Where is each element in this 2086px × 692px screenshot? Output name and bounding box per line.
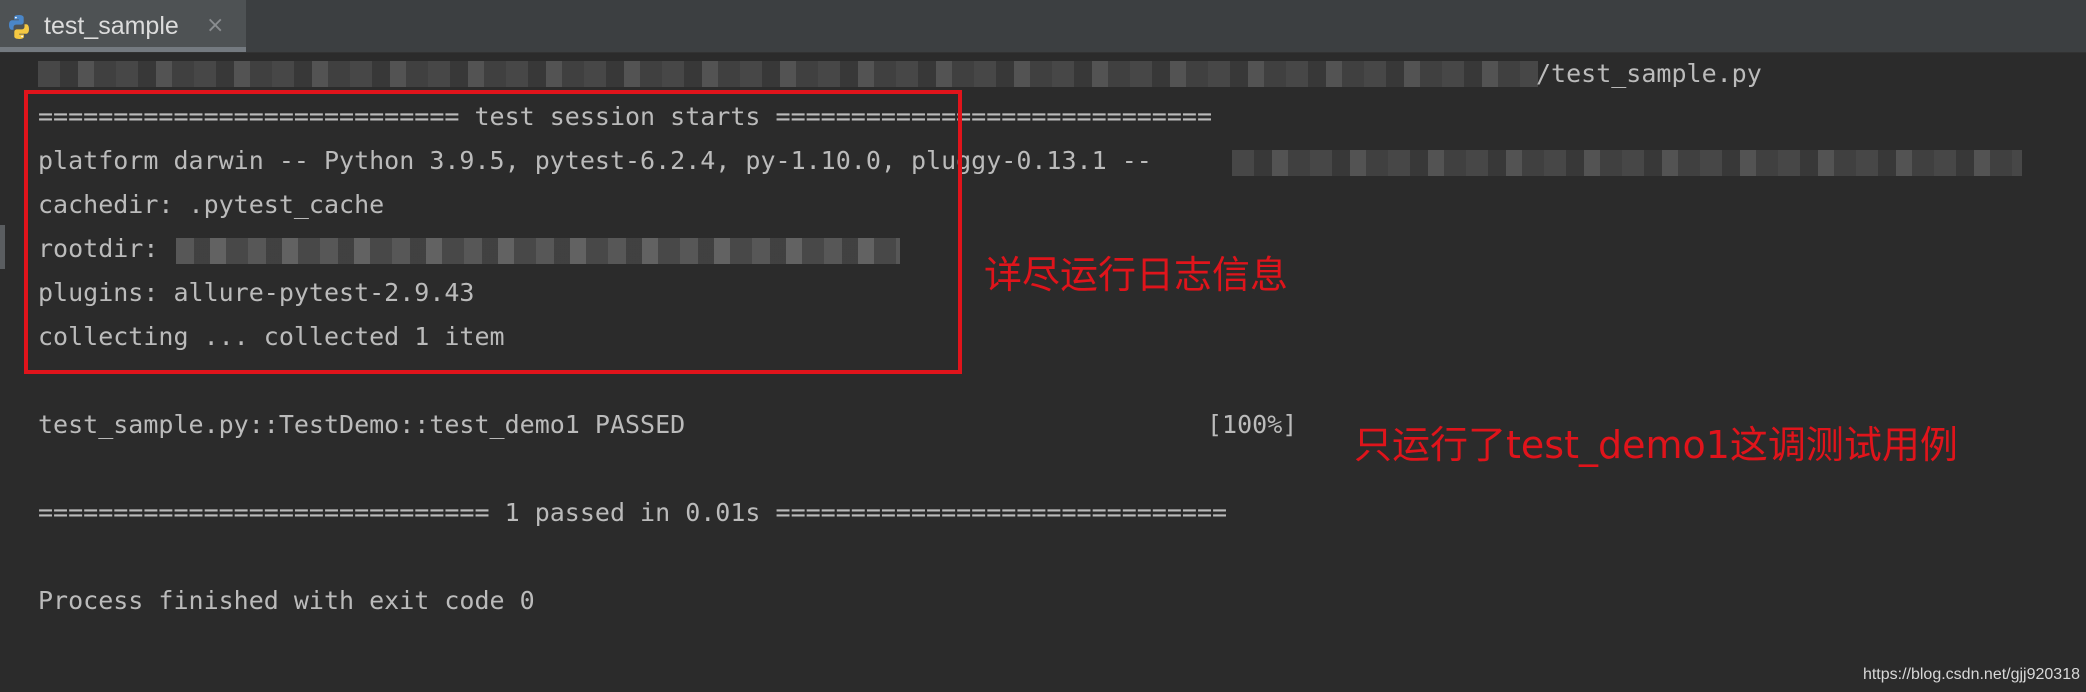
close-icon[interactable]: × bbox=[206, 13, 224, 38]
highlight-box-verbose-log bbox=[24, 90, 962, 374]
console-path-line: /test_sample.py bbox=[1536, 59, 1762, 88]
annotation-verbose-log: 详尽运行日志信息 bbox=[984, 253, 1289, 297]
active-tab-indicator bbox=[0, 47, 246, 52]
annotation-only-ran: 只运行了test_demo1这调测试用例 bbox=[1354, 423, 1958, 467]
tab-label: test_sample bbox=[44, 12, 179, 40]
console-test-progress: [100%] bbox=[1207, 410, 1298, 439]
redacted-path bbox=[38, 61, 1538, 87]
redacted-platform-path bbox=[1232, 150, 2022, 176]
python-icon bbox=[9, 15, 29, 39]
watermark: https://blog.csdn.net/gjj920318 bbox=[1862, 666, 2080, 683]
console-line-exit: Process finished with exit code 0 bbox=[38, 586, 535, 615]
tab-test-sample[interactable]: test_sample × bbox=[0, 0, 246, 52]
console-line-test-result: test_sample.py::TestDemo::test_demo1 PAS… bbox=[38, 410, 686, 439]
editor-tab-bar: test_sample × bbox=[0, 0, 2086, 53]
console-line-summary: ============================== 1 passed … bbox=[38, 498, 1228, 527]
